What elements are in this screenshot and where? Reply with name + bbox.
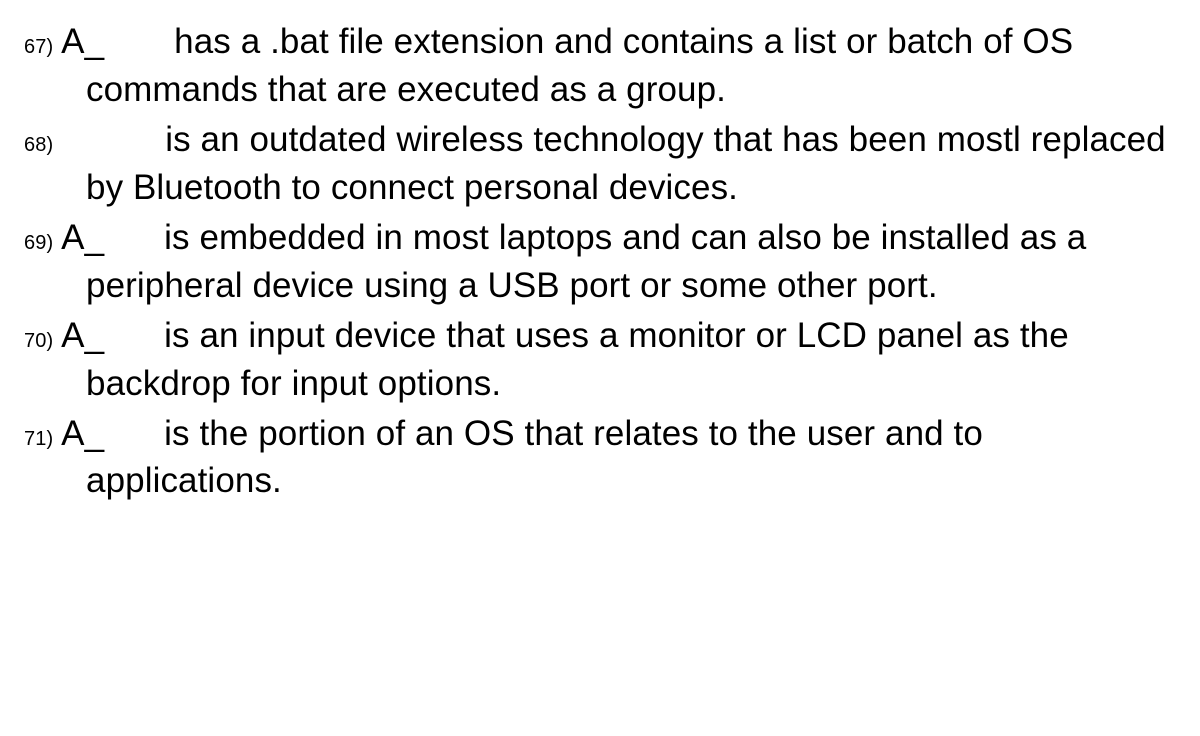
question-lead: A_ (61, 218, 104, 257)
question-item: 67) A_has a .bat file extension and cont… (24, 18, 1180, 114)
question-text: is the portion of an OS that relates to … (86, 414, 983, 501)
question-number: 67) (24, 36, 53, 58)
question-list: 67) A_has a .bat file extension and cont… (0, 0, 1200, 505)
question-text: is an input device that uses a monitor o… (86, 316, 1069, 403)
question-lead: A_ (61, 22, 104, 61)
question-number: 71) (24, 428, 53, 450)
question-number: 70) (24, 330, 53, 352)
question-item: 69) A_is embedded in most laptops and ca… (24, 214, 1180, 310)
question-number: 68) (24, 134, 53, 156)
question-text: is an outdated wireless technology that … (86, 120, 1166, 207)
question-lead: A_ (61, 316, 104, 355)
question-item: 71) A_is the portion of an OS that relat… (24, 410, 1180, 506)
question-item: 70) A_is an input device that uses a mon… (24, 312, 1180, 408)
question-text: is embedded in most laptops and can also… (86, 218, 1086, 305)
question-lead: A_ (61, 414, 104, 453)
question-item: 68) is an outdated wireless technology th… (24, 116, 1180, 212)
question-text: has a .bat file extension and contains a… (86, 22, 1073, 109)
question-number: 69) (24, 232, 53, 254)
